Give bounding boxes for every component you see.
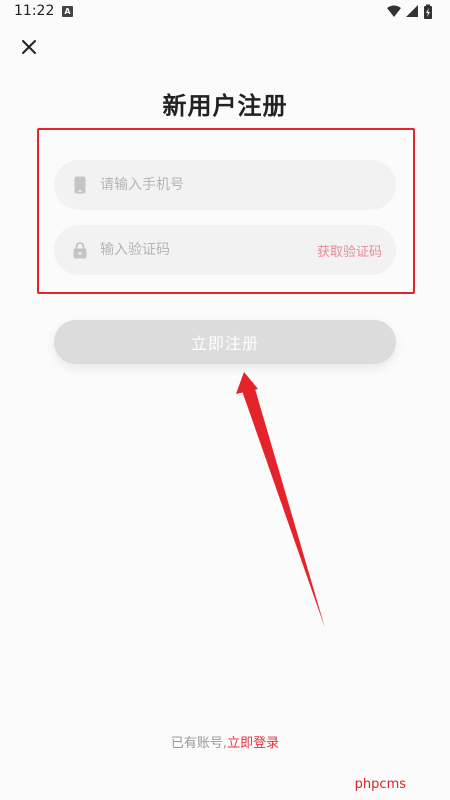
close-icon <box>22 40 36 54</box>
status-icons <box>386 4 438 20</box>
wifi-icon <box>387 5 401 17</box>
lock-icon <box>72 241 88 259</box>
page-title: 新用户注册 <box>162 92 288 120</box>
has-account-text: 已有账号, <box>170 736 228 751</box>
phone-field[interactable] <box>54 160 396 210</box>
notification-a-icon: A <box>62 6 73 17</box>
login-prompt: 已有账号,立即登录 <box>0 732 450 751</box>
code-field[interactable]: 获取验证码 <box>54 225 396 275</box>
code-input[interactable] <box>98 241 317 259</box>
get-code-button[interactable]: 获取验证码 <box>317 241 382 260</box>
signal-icon <box>406 5 418 17</box>
phone-icon <box>72 176 88 194</box>
watermark: phpcms <box>354 777 406 792</box>
close-button[interactable] <box>18 36 40 58</box>
register-button[interactable]: 立即注册 <box>54 320 396 364</box>
status-bar: 11:22 A <box>0 0 450 24</box>
login-link[interactable]: 立即登录 <box>227 736 279 751</box>
phone-input[interactable] <box>98 176 382 194</box>
status-time: 11:22 <box>14 3 55 19</box>
battery-charging-icon <box>424 4 432 19</box>
